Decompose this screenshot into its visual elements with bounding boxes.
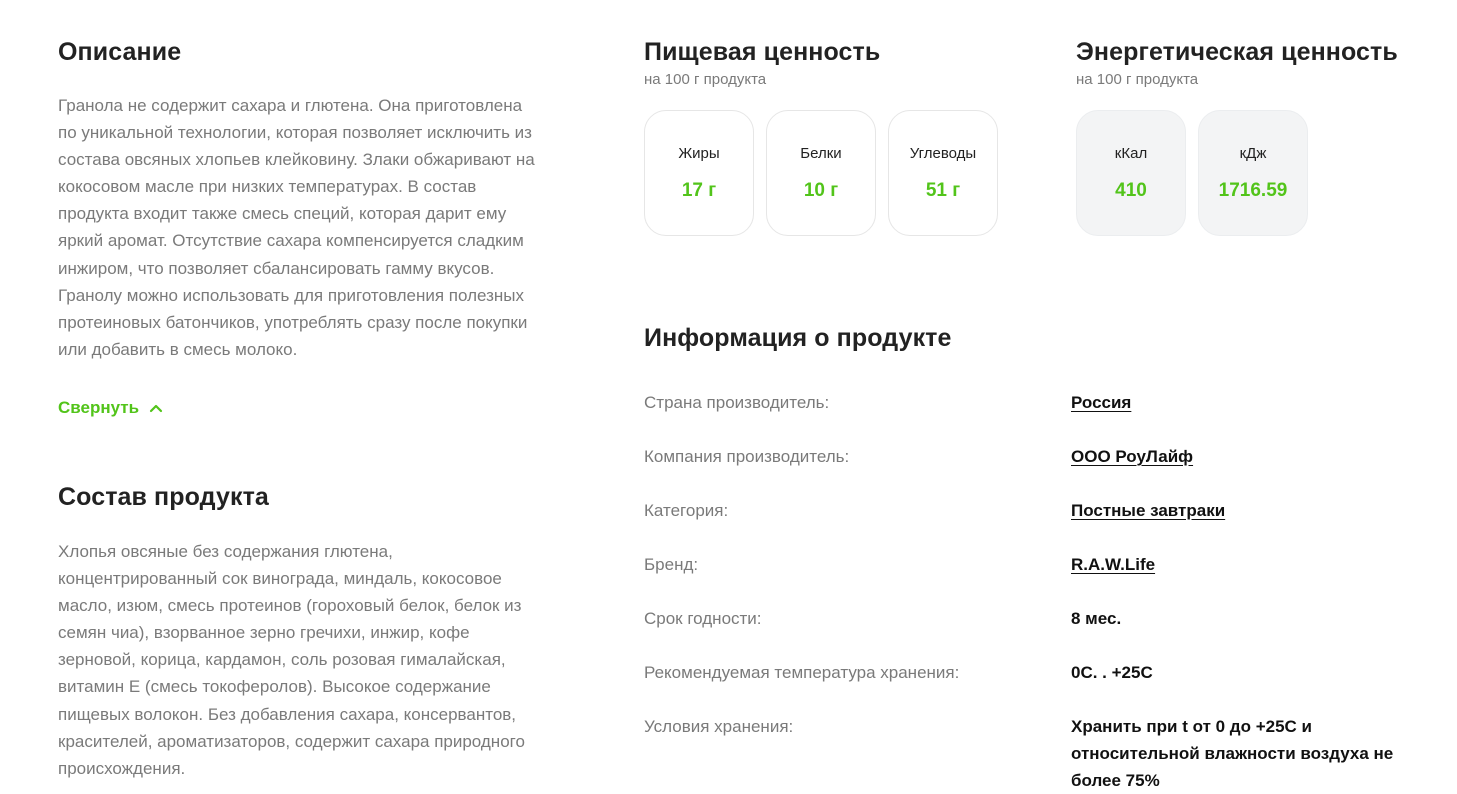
description-text: Гранола не содержит сахара и глютена. Он… [58,96,535,359]
energy-card-kcal: кКал 410 [1076,110,1186,236]
company-link[interactable]: ООО РоуЛайф [1071,443,1411,470]
info-key: Компания производитель: [644,447,850,466]
description-title: Описание [58,38,182,66]
energy-card-value: 410 [1115,180,1147,201]
energy-card-kj: кДж 1716.59 [1198,110,1308,236]
brand-link[interactable]: R.A.W.Life [1071,551,1411,578]
collapse-button[interactable]: Свернуть [58,398,163,418]
energy-card-value: 1716.59 [1218,180,1288,201]
nutrition-header: Пищевая ценность на 100 г продукта [644,38,880,88]
energy-card-label: кКал [1114,145,1148,162]
info-key: Категория: [644,501,729,520]
info-value: 0С. . +25С [1071,663,1153,682]
nutrition-title: Пищевая ценность [644,38,881,66]
nutrition-card-fats: Жиры 17 г [644,110,754,236]
energy-header: Энергетическая ценность на 100 г продукт… [1076,38,1398,88]
product-info-title: Информация о продукте [644,324,952,352]
info-key: Срок годности: [644,609,762,628]
nutrition-card-value: 17 г [681,180,717,201]
composition-title: Состав продукта [58,483,269,511]
nutrition-card-value: 10 г [803,180,839,201]
info-key: Страна производитель: [644,393,830,412]
chevron-up-icon [149,404,163,413]
nutrition-card-label: Жиры [678,145,720,162]
energy-subtitle: на 100 г продукта [1076,71,1199,88]
composition-text: Хлопья овсяные без содержания глютена, к… [58,542,525,778]
energy-card-label: кДж [1239,145,1267,162]
nutrition-card-proteins: Белки 10 г [766,110,876,236]
nutrition-card-label: Углеводы [909,145,977,162]
nutrition-card-carbs: Углеводы 51 г [888,110,998,236]
info-key: Рекомендуемая температура хранения: [644,663,960,682]
info-value: Хранить при t от 0 до +25С и относительн… [1071,717,1394,791]
nutrition-cards: Жиры 17 г Белки 10 г Углеводы 51 г [644,110,998,236]
collapse-label: Свернуть [58,398,140,417]
country-link[interactable]: Россия [1071,389,1411,416]
category-link[interactable]: Постные завтраки [1071,497,1411,524]
nutrition-card-value: 51 г [925,180,961,201]
nutrition-subtitle: на 100 г продукта [644,71,767,88]
energy-title: Энергетическая ценность [1076,38,1398,66]
info-key: Условия хранения: [644,717,794,736]
info-key: Бренд: [644,555,699,574]
nutrition-card-label: Белки [800,145,842,162]
energy-cards: кКал 410 кДж 1716.59 [1076,110,1308,236]
info-value: 8 мес. [1071,609,1122,628]
